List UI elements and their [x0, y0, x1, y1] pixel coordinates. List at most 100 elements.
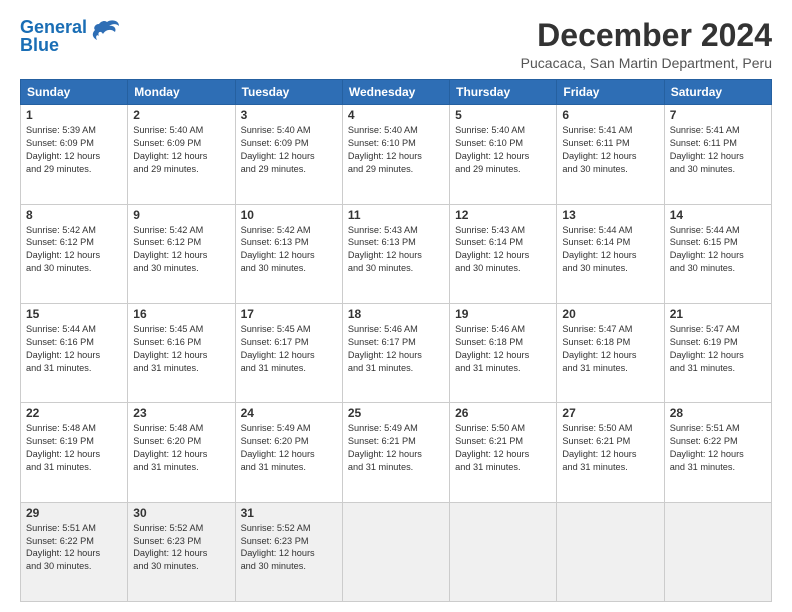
day-number: 14 — [670, 208, 766, 222]
calendar-cell: 8 Sunrise: 5:42 AMSunset: 6:12 PMDayligh… — [21, 204, 128, 303]
cell-info: Sunrise: 5:42 AMSunset: 6:12 PMDaylight:… — [133, 225, 207, 274]
cell-info: Sunrise: 5:52 AMSunset: 6:23 PMDaylight:… — [133, 523, 207, 572]
cell-info: Sunrise: 5:44 AMSunset: 6:14 PMDaylight:… — [562, 225, 636, 274]
day-number: 3 — [241, 108, 337, 122]
day-number: 21 — [670, 307, 766, 321]
calendar-cell: 1 Sunrise: 5:39 AMSunset: 6:09 PMDayligh… — [21, 105, 128, 204]
cell-info: Sunrise: 5:42 AMSunset: 6:12 PMDaylight:… — [26, 225, 100, 274]
calendar-cell: 19 Sunrise: 5:46 AMSunset: 6:18 PMDaylig… — [450, 303, 557, 402]
calendar-cell: 12 Sunrise: 5:43 AMSunset: 6:14 PMDaylig… — [450, 204, 557, 303]
calendar-cell — [450, 502, 557, 601]
day-number: 19 — [455, 307, 551, 321]
calendar-cell: 23 Sunrise: 5:48 AMSunset: 6:20 PMDaylig… — [128, 403, 235, 502]
cell-info: Sunrise: 5:46 AMSunset: 6:17 PMDaylight:… — [348, 324, 422, 373]
day-number: 28 — [670, 406, 766, 420]
logo-general: General — [20, 17, 87, 37]
cell-info: Sunrise: 5:45 AMSunset: 6:17 PMDaylight:… — [241, 324, 315, 373]
page: General Blue December 2024 Pucacaca, San… — [0, 0, 792, 612]
calendar-cell: 5 Sunrise: 5:40 AMSunset: 6:10 PMDayligh… — [450, 105, 557, 204]
cell-info: Sunrise: 5:52 AMSunset: 6:23 PMDaylight:… — [241, 523, 315, 572]
logo-blue: Blue — [20, 35, 59, 55]
calendar-day-header: Sunday — [21, 80, 128, 105]
calendar-cell: 25 Sunrise: 5:49 AMSunset: 6:21 PMDaylig… — [342, 403, 449, 502]
calendar-week-row: 1 Sunrise: 5:39 AMSunset: 6:09 PMDayligh… — [21, 105, 772, 204]
cell-info: Sunrise: 5:46 AMSunset: 6:18 PMDaylight:… — [455, 324, 529, 373]
cell-info: Sunrise: 5:40 AMSunset: 6:10 PMDaylight:… — [455, 125, 529, 174]
day-number: 8 — [26, 208, 122, 222]
cell-info: Sunrise: 5:51 AMSunset: 6:22 PMDaylight:… — [670, 423, 744, 472]
day-number: 27 — [562, 406, 658, 420]
logo-bird-icon — [89, 18, 121, 46]
day-number: 29 — [26, 506, 122, 520]
calendar-cell: 17 Sunrise: 5:45 AMSunset: 6:17 PMDaylig… — [235, 303, 342, 402]
calendar-cell: 28 Sunrise: 5:51 AMSunset: 6:22 PMDaylig… — [664, 403, 771, 502]
header: General Blue December 2024 Pucacaca, San… — [20, 18, 772, 71]
calendar-cell: 18 Sunrise: 5:46 AMSunset: 6:17 PMDaylig… — [342, 303, 449, 402]
calendar-cell: 10 Sunrise: 5:42 AMSunset: 6:13 PMDaylig… — [235, 204, 342, 303]
calendar-day-header: Friday — [557, 80, 664, 105]
cell-info: Sunrise: 5:43 AMSunset: 6:14 PMDaylight:… — [455, 225, 529, 274]
calendar-cell: 20 Sunrise: 5:47 AMSunset: 6:18 PMDaylig… — [557, 303, 664, 402]
calendar-cell: 22 Sunrise: 5:48 AMSunset: 6:19 PMDaylig… — [21, 403, 128, 502]
month-title: December 2024 — [521, 18, 772, 53]
day-number: 25 — [348, 406, 444, 420]
cell-info: Sunrise: 5:42 AMSunset: 6:13 PMDaylight:… — [241, 225, 315, 274]
cell-info: Sunrise: 5:49 AMSunset: 6:20 PMDaylight:… — [241, 423, 315, 472]
calendar-day-header: Wednesday — [342, 80, 449, 105]
day-number: 18 — [348, 307, 444, 321]
location: Pucacaca, San Martin Department, Peru — [521, 55, 772, 71]
calendar-cell: 4 Sunrise: 5:40 AMSunset: 6:10 PMDayligh… — [342, 105, 449, 204]
day-number: 24 — [241, 406, 337, 420]
day-number: 4 — [348, 108, 444, 122]
day-number: 2 — [133, 108, 229, 122]
cell-info: Sunrise: 5:39 AMSunset: 6:09 PMDaylight:… — [26, 125, 100, 174]
cell-info: Sunrise: 5:40 AMSunset: 6:10 PMDaylight:… — [348, 125, 422, 174]
day-number: 22 — [26, 406, 122, 420]
cell-info: Sunrise: 5:40 AMSunset: 6:09 PMDaylight:… — [133, 125, 207, 174]
calendar-week-row: 15 Sunrise: 5:44 AMSunset: 6:16 PMDaylig… — [21, 303, 772, 402]
cell-info: Sunrise: 5:41 AMSunset: 6:11 PMDaylight:… — [562, 125, 636, 174]
calendar-cell: 31 Sunrise: 5:52 AMSunset: 6:23 PMDaylig… — [235, 502, 342, 601]
calendar-cell — [557, 502, 664, 601]
day-number: 17 — [241, 307, 337, 321]
day-number: 26 — [455, 406, 551, 420]
calendar-cell: 29 Sunrise: 5:51 AMSunset: 6:22 PMDaylig… — [21, 502, 128, 601]
calendar-cell: 11 Sunrise: 5:43 AMSunset: 6:13 PMDaylig… — [342, 204, 449, 303]
calendar-cell — [342, 502, 449, 601]
calendar-week-row: 8 Sunrise: 5:42 AMSunset: 6:12 PMDayligh… — [21, 204, 772, 303]
calendar-day-header: Monday — [128, 80, 235, 105]
cell-info: Sunrise: 5:45 AMSunset: 6:16 PMDaylight:… — [133, 324, 207, 373]
calendar-cell: 2 Sunrise: 5:40 AMSunset: 6:09 PMDayligh… — [128, 105, 235, 204]
day-number: 11 — [348, 208, 444, 222]
logo-text: General Blue — [20, 18, 87, 54]
calendar-cell: 6 Sunrise: 5:41 AMSunset: 6:11 PMDayligh… — [557, 105, 664, 204]
calendar-body: 1 Sunrise: 5:39 AMSunset: 6:09 PMDayligh… — [21, 105, 772, 602]
calendar-cell: 3 Sunrise: 5:40 AMSunset: 6:09 PMDayligh… — [235, 105, 342, 204]
cell-info: Sunrise: 5:48 AMSunset: 6:19 PMDaylight:… — [26, 423, 100, 472]
calendar-cell: 13 Sunrise: 5:44 AMSunset: 6:14 PMDaylig… — [557, 204, 664, 303]
day-number: 12 — [455, 208, 551, 222]
calendar-cell: 7 Sunrise: 5:41 AMSunset: 6:11 PMDayligh… — [664, 105, 771, 204]
calendar-day-header: Saturday — [664, 80, 771, 105]
calendar-cell: 27 Sunrise: 5:50 AMSunset: 6:21 PMDaylig… — [557, 403, 664, 502]
day-number: 15 — [26, 307, 122, 321]
day-number: 1 — [26, 108, 122, 122]
day-number: 7 — [670, 108, 766, 122]
cell-info: Sunrise: 5:51 AMSunset: 6:22 PMDaylight:… — [26, 523, 100, 572]
cell-info: Sunrise: 5:50 AMSunset: 6:21 PMDaylight:… — [455, 423, 529, 472]
day-number: 31 — [241, 506, 337, 520]
day-number: 20 — [562, 307, 658, 321]
cell-info: Sunrise: 5:40 AMSunset: 6:09 PMDaylight:… — [241, 125, 315, 174]
calendar-header-row: SundayMondayTuesdayWednesdayThursdayFrid… — [21, 80, 772, 105]
day-number: 5 — [455, 108, 551, 122]
day-number: 9 — [133, 208, 229, 222]
calendar-cell: 16 Sunrise: 5:45 AMSunset: 6:16 PMDaylig… — [128, 303, 235, 402]
cell-info: Sunrise: 5:50 AMSunset: 6:21 PMDaylight:… — [562, 423, 636, 472]
cell-info: Sunrise: 5:48 AMSunset: 6:20 PMDaylight:… — [133, 423, 207, 472]
calendar-cell: 24 Sunrise: 5:49 AMSunset: 6:20 PMDaylig… — [235, 403, 342, 502]
cell-info: Sunrise: 5:44 AMSunset: 6:16 PMDaylight:… — [26, 324, 100, 373]
day-number: 10 — [241, 208, 337, 222]
calendar-cell: 14 Sunrise: 5:44 AMSunset: 6:15 PMDaylig… — [664, 204, 771, 303]
day-number: 13 — [562, 208, 658, 222]
cell-info: Sunrise: 5:47 AMSunset: 6:19 PMDaylight:… — [670, 324, 744, 373]
